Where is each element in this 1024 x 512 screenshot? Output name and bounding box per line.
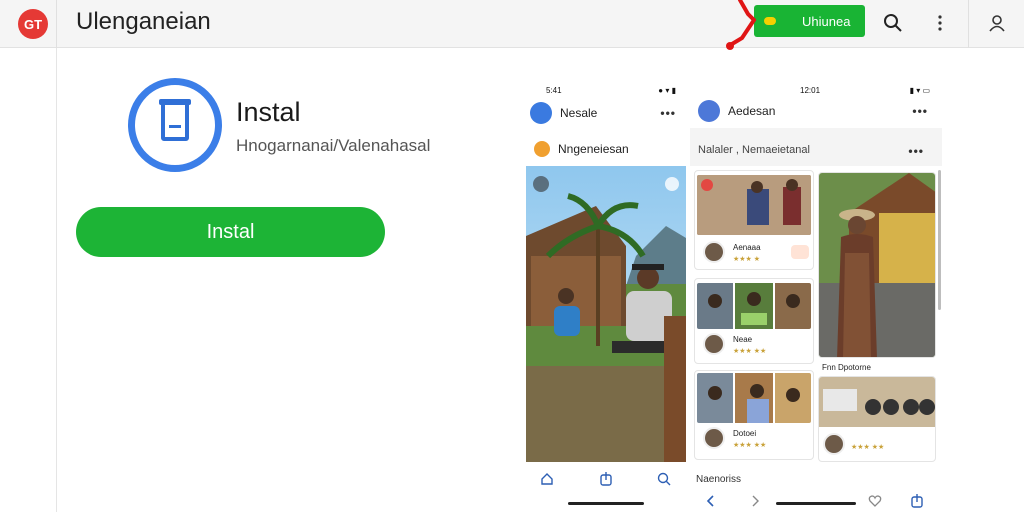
card-badge: [791, 245, 809, 259]
card-photo: [697, 373, 811, 423]
featured-card[interactable]: [818, 172, 936, 358]
document-icon: [159, 99, 191, 141]
village-photo[interactable]: [526, 166, 686, 462]
status-icons: ● ▾ ▮: [658, 86, 676, 95]
card-name: Dotoei: [733, 429, 757, 438]
top-bar: GT Ulenganeian Uhiunea: [0, 0, 1024, 48]
app-title: Ulenganeian: [76, 8, 211, 35]
feed-header: Nngeneiesan: [534, 141, 629, 157]
status-icons: ▮ ▾ ▭: [909, 86, 930, 95]
install-button[interactable]: Uhiunea: [754, 5, 865, 37]
card-photo: [697, 283, 811, 329]
card-photo: [697, 175, 811, 235]
phone-left-header: Nesale: [530, 102, 597, 124]
phone-screenshot-right: 12:01 ▮ ▾ ▭ Aedesan ••• Nalaler , Nemaei…: [690, 80, 942, 512]
more-horiz-icon[interactable]: •••: [908, 144, 924, 158]
phone-left-app-name: Nesale: [560, 106, 598, 120]
home-indicator: [568, 502, 644, 505]
more-horiz-icon[interactable]: •••: [660, 106, 676, 120]
left-rail: [56, 48, 57, 512]
hero-install-button[interactable]: Instal: [76, 207, 385, 257]
install-icon: [764, 17, 776, 25]
app-subtitle: Hnogarnanai/Valenahasal: [236, 136, 431, 155]
more-horiz-icon[interactable]: •••: [912, 104, 928, 118]
divider: [56, 0, 57, 48]
filter-label: Nalaler , Nemaeietanal: [698, 144, 810, 156]
app-avatar-icon: [698, 100, 720, 122]
card-rating: ★★★ ★: [733, 256, 761, 263]
app-name-title: Instal: [236, 97, 301, 127]
phone-right-header: Aedesan: [698, 100, 775, 122]
card-rating: ★★★ ★★: [851, 444, 885, 451]
home-indicator: [776, 502, 856, 505]
account-icon[interactable]: [984, 10, 1010, 36]
card-rating: ★★★ ★★: [733, 442, 767, 449]
avatar: [703, 241, 725, 263]
app-avatar-icon: [530, 102, 552, 124]
home-icon[interactable]: [540, 472, 554, 486]
search-icon[interactable]: [657, 472, 671, 486]
phone-right-app-name: Aedesan: [728, 104, 776, 118]
search-icon[interactable]: [880, 10, 906, 36]
avatar: [823, 433, 845, 455]
cursor-pointer-icon: [726, 0, 756, 50]
scrollbar[interactable]: [938, 170, 941, 310]
phone-screenshot-left: 5:41 ● ▾ ▮ Nesale ••• Nngeneiesan: [526, 80, 686, 512]
divider: [968, 0, 969, 48]
app-icon: [128, 78, 222, 172]
list-item[interactable]: Aenaaa ★★★ ★: [694, 170, 814, 270]
app-logo[interactable]: GT: [18, 9, 48, 39]
list-item[interactable]: ★★★ ★★: [818, 376, 936, 462]
status-time: 5:41: [546, 86, 562, 95]
card-photo: [819, 377, 935, 427]
feed-icon: [534, 141, 550, 157]
footer-label: Naenoriss: [696, 474, 742, 485]
featured-photo: [819, 173, 935, 357]
share-icon[interactable]: [599, 472, 613, 486]
avatar: [703, 427, 725, 449]
card-name: Neae: [733, 335, 753, 344]
share-icon[interactable]: [910, 494, 924, 508]
heart-icon[interactable]: [868, 494, 882, 508]
status-time: 12:01: [800, 86, 821, 95]
card-rating: ★★★ ★★: [733, 348, 767, 355]
list-item[interactable]: Dotoei ★★★ ★★: [694, 370, 814, 460]
featured-caption: Fnn Dpotorne: [822, 363, 871, 372]
avatar: [703, 333, 725, 355]
back-icon[interactable]: [704, 494, 718, 508]
more-vert-icon[interactable]: [927, 10, 953, 36]
feed-title: Nngeneiesan: [558, 142, 629, 156]
list-item[interactable]: Neae ★★★ ★★: [694, 278, 814, 364]
card-name: Aenaaa: [733, 243, 761, 252]
forward-icon[interactable]: [748, 494, 762, 508]
install-button-label: Uhiunea: [802, 13, 851, 29]
